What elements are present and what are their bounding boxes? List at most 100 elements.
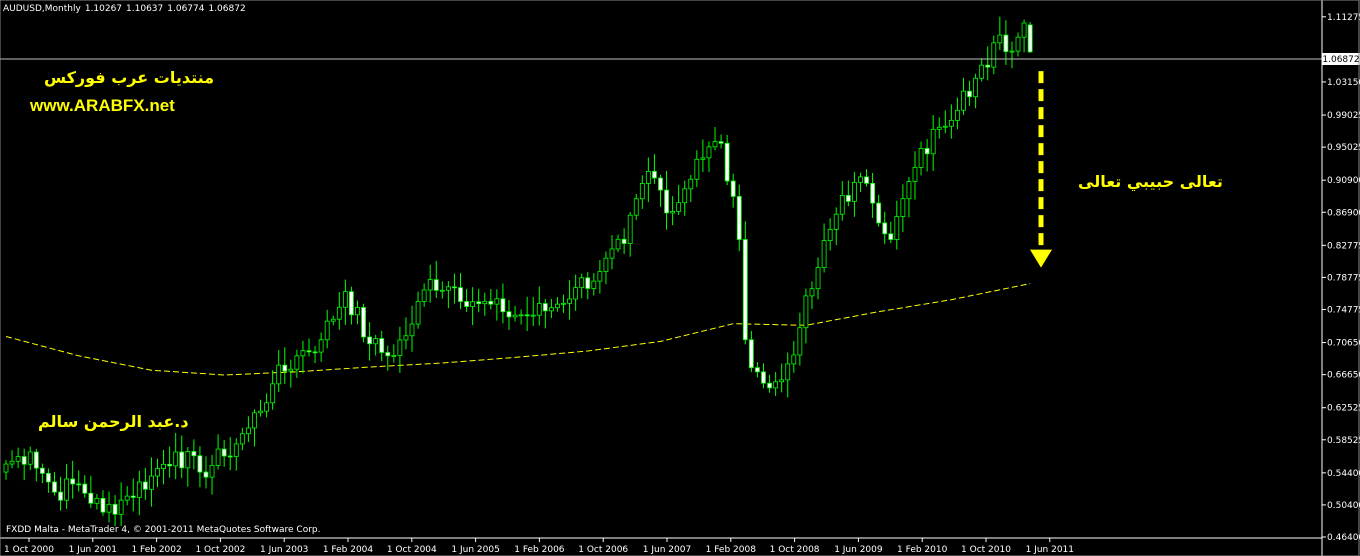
candle-up [270, 383, 276, 404]
candle-up [839, 195, 845, 215]
candle-down [845, 195, 851, 202]
candle-down [476, 301, 482, 305]
candle-up [603, 257, 609, 272]
candle-up [627, 214, 633, 244]
open-value: 1.10267 [84, 4, 123, 14]
candle-up [706, 146, 712, 159]
candle-up [573, 287, 579, 300]
candle-up [900, 198, 906, 217]
y-tick-label: 0.82775 [1327, 241, 1360, 251]
candle-up [1021, 22, 1027, 38]
candle-up [136, 481, 142, 498]
candle-up [403, 335, 409, 341]
candle-down [191, 451, 197, 457]
candle-up [415, 301, 421, 325]
candle-down [500, 298, 506, 313]
chart-title: AUDUSD,Monthly 1.10267 1.10637 1.06774 1.068… [3, 4, 250, 14]
candle-up [785, 363, 791, 381]
y-tick-label: 0.86900 [1327, 208, 1360, 218]
candle-up [185, 451, 191, 469]
candle-up [355, 307, 360, 316]
candle-down [882, 222, 888, 235]
symbol-label: AUDUSD,Monthly [3, 4, 81, 14]
x-tick-label: 1 Feb 2008 [706, 545, 757, 555]
candle-up [973, 77, 978, 98]
candle-up [276, 364, 282, 385]
candle-up [288, 368, 294, 372]
candle-up [615, 238, 621, 250]
candle-up [252, 412, 257, 429]
candle-up [567, 298, 572, 304]
candle-down [870, 182, 875, 204]
candle-down [76, 483, 82, 486]
x-tick-label: 1 Jun 2003 [260, 545, 308, 555]
candle-down [70, 478, 76, 485]
candle-up [324, 320, 330, 341]
candle-up [336, 306, 342, 320]
candle-up [1009, 50, 1015, 53]
y-tick-label: 0.99025 [1327, 111, 1360, 121]
candle-down [724, 142, 730, 182]
candle-up [3, 463, 9, 473]
y-tick-label: 0.90900 [1327, 176, 1360, 186]
candle-down [203, 471, 209, 478]
candle-down [542, 303, 548, 312]
candle-up [597, 271, 603, 282]
candle-down [664, 189, 669, 214]
candle-down [748, 339, 754, 369]
x-tick-label: 1 Oct 2006 [578, 545, 628, 555]
forum-name-text: منتديات عرب فوركس [44, 68, 215, 87]
y-tick-label: 0.58525 [1327, 436, 1360, 446]
candle-down [221, 448, 227, 457]
candle-up [633, 198, 639, 216]
candle-up [858, 176, 863, 183]
candle-down [718, 141, 724, 144]
candle-up [124, 495, 130, 501]
candle-up [961, 90, 966, 111]
y-tick-label: 0.62525 [1327, 404, 1360, 414]
candle-down [21, 456, 27, 465]
candle-up [264, 402, 269, 412]
x-tick-label: 1 Oct 2004 [387, 545, 437, 555]
candle-down [112, 503, 118, 515]
candle-up [815, 267, 821, 290]
x-tick-label: 1 Oct 2010 [961, 545, 1011, 555]
candle-up [797, 327, 803, 356]
candle-up [773, 381, 779, 389]
candle-up [936, 126, 942, 130]
y-tick-label: 0.95025 [1327, 143, 1360, 153]
candle-up [682, 188, 688, 204]
candle-down [967, 90, 972, 98]
candle-down [658, 177, 663, 191]
candle-down [488, 300, 494, 305]
candle-up [912, 166, 918, 182]
candle-up [155, 468, 160, 477]
x-tick-label: 1 Jun 2011 [1026, 545, 1074, 555]
y-tick-label: 0.78775 [1327, 273, 1360, 283]
candle-down [433, 279, 439, 291]
candle-up [894, 216, 900, 240]
callout-text: تعالى حبيبي تعالى [1078, 172, 1223, 191]
candle-down [88, 492, 94, 504]
candle-up [106, 503, 112, 513]
candle-up [258, 410, 263, 414]
candle-down [39, 467, 45, 474]
candle-down [385, 352, 391, 357]
candle-up [300, 350, 306, 357]
x-tick-label: 1 Feb 2002 [131, 545, 181, 555]
candle-up [215, 448, 221, 466]
candle-up [15, 456, 21, 462]
candle-up [494, 298, 500, 305]
candle-down [52, 481, 57, 493]
candle-down [312, 351, 318, 354]
candle-down [876, 202, 882, 224]
candle-down [985, 64, 991, 68]
candle-up [955, 109, 960, 121]
candle-up [161, 463, 166, 469]
candle-up [821, 240, 827, 268]
x-tick-label: 1 Jun 2005 [451, 545, 499, 555]
candle-up [439, 289, 445, 292]
candle-up [827, 228, 833, 241]
low-value: 1.06774 [167, 4, 205, 14]
candle-up [397, 339, 403, 356]
